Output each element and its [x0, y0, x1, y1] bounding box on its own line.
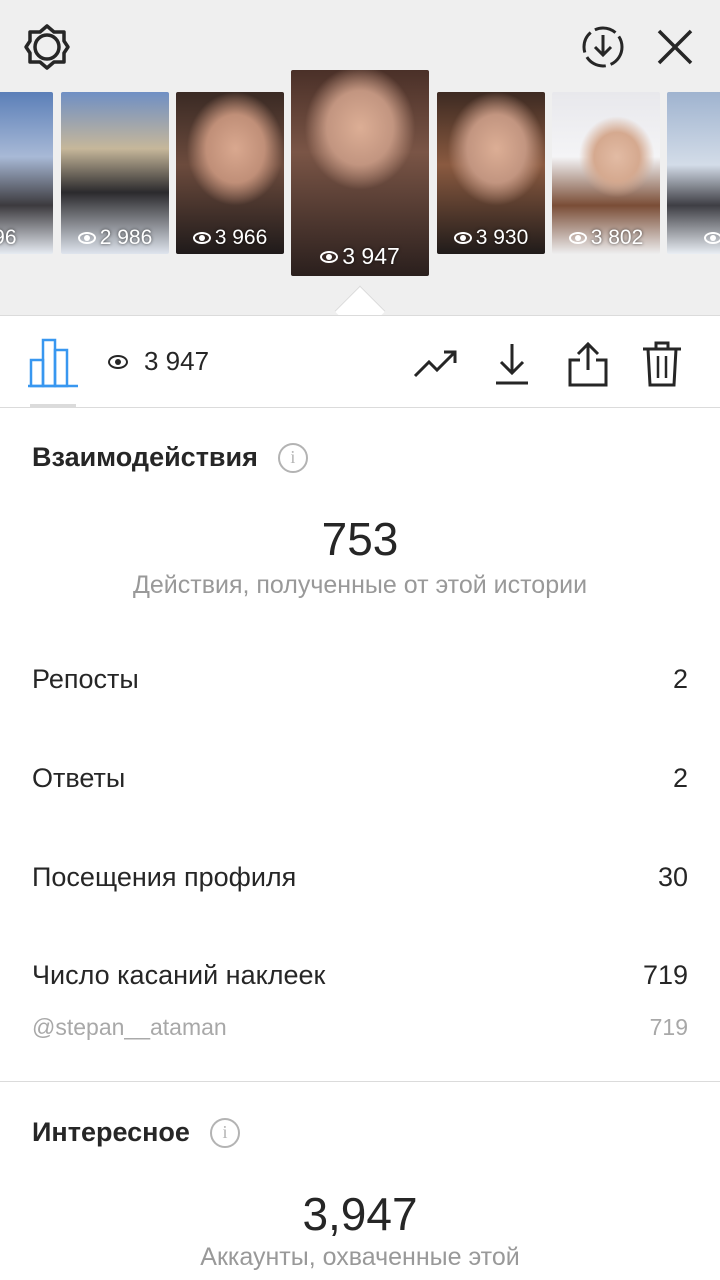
row-value: 30 [657, 862, 688, 892]
interactions-heading: Взаимодействия i [32, 442, 308, 473]
close-button[interactable] [650, 22, 700, 72]
share-icon [568, 341, 608, 387]
discovery-heading: Интересное i [32, 1117, 240, 1148]
interaction-row-profile-visits: Посещения профиля 30 [32, 862, 688, 893]
interaction-row-shares: Репосты 2 [32, 664, 688, 695]
interaction-row-replies: Ответы 2 [32, 763, 688, 794]
row-label: Ответы [32, 763, 126, 793]
story-views: 3 947 [291, 243, 429, 270]
gear-icon [24, 24, 70, 70]
discovery-caption: Аккаунты, охваченные этой [200, 1243, 520, 1271]
story-views: 3 [667, 226, 720, 250]
info-icon[interactable]: i [277, 442, 308, 473]
sticker-mention-label: @stepan__ataman [32, 1014, 227, 1040]
download-circle-icon [582, 26, 624, 68]
view-count-value: 3 947 [144, 346, 210, 376]
story-views: 3 802 [552, 226, 660, 250]
story-thumbnail[interactable]: 3 [667, 92, 720, 254]
bar-chart-icon [28, 338, 78, 388]
story-thumbnail[interactable]: 996 [0, 92, 53, 254]
sticker-mention-row[interactable]: @stepan__ataman 719 [32, 1014, 688, 1041]
story-thumbnail[interactable]: 2 986 [61, 92, 169, 254]
settings-button[interactable] [22, 22, 72, 72]
eye-icon [108, 354, 128, 369]
story-view-count: 3 947 [108, 346, 209, 377]
close-icon [657, 29, 693, 65]
story-views: 2 986 [61, 226, 169, 250]
row-label: Репосты [32, 664, 139, 694]
story-thumbnail[interactable]: 3 966 [176, 92, 284, 254]
row-value: 719 [642, 960, 688, 990]
story-preview-area: 996 2 986 3 966 3 947 [0, 0, 720, 315]
trash-icon [643, 341, 681, 387]
story-thumbnail-active[interactable]: 3 947 [291, 70, 429, 276]
story-thumbnail[interactable]: 3 930 [437, 92, 545, 254]
story-views: 996 [0, 226, 17, 249]
eye-icon [192, 232, 211, 244]
info-icon[interactable]: i [209, 1117, 240, 1148]
interactions-total: 753 [321, 513, 399, 565]
eye-icon [704, 232, 720, 244]
story-views: 3 966 [176, 226, 284, 250]
interaction-row-sticker-taps: Число касаний наклеек 719 [32, 960, 688, 991]
row-label: Число касаний наклеек [32, 960, 326, 990]
sticker-mention-value: 719 [649, 1014, 688, 1040]
row-label: Посещения профиля [32, 862, 297, 892]
eye-icon [453, 232, 472, 244]
download-button[interactable] [488, 340, 536, 388]
promote-button[interactable] [412, 340, 460, 388]
interactions-title: Взаимодействия [32, 442, 258, 472]
insights-toolbar: 3 947 [0, 316, 720, 408]
story-views: 3 930 [437, 226, 545, 250]
eye-icon [568, 232, 587, 244]
eye-icon [77, 232, 96, 244]
row-value: 2 [672, 763, 688, 793]
delete-button[interactable] [638, 340, 686, 388]
trend-up-icon [413, 350, 457, 378]
share-button[interactable] [564, 340, 612, 388]
story-thumbnails: 996 2 986 3 966 3 947 [0, 70, 720, 276]
discovery-total: 3,947 [302, 1188, 418, 1240]
interactions-caption: Действия, полученные от этой истории [132, 571, 588, 599]
row-value: 2 [672, 664, 688, 694]
insights-tab[interactable] [28, 336, 78, 388]
insights-panel: 3 947 Взаимодействия i 753 Действия, пол… [0, 315, 720, 1280]
save-story-button[interactable] [578, 22, 628, 72]
active-tab-indicator [30, 404, 76, 407]
download-icon [496, 344, 528, 385]
section-divider [0, 1081, 720, 1082]
story-thumbnail[interactable]: 3 802 [552, 92, 660, 254]
discovery-title: Интересное [32, 1117, 190, 1147]
eye-icon [320, 250, 339, 263]
